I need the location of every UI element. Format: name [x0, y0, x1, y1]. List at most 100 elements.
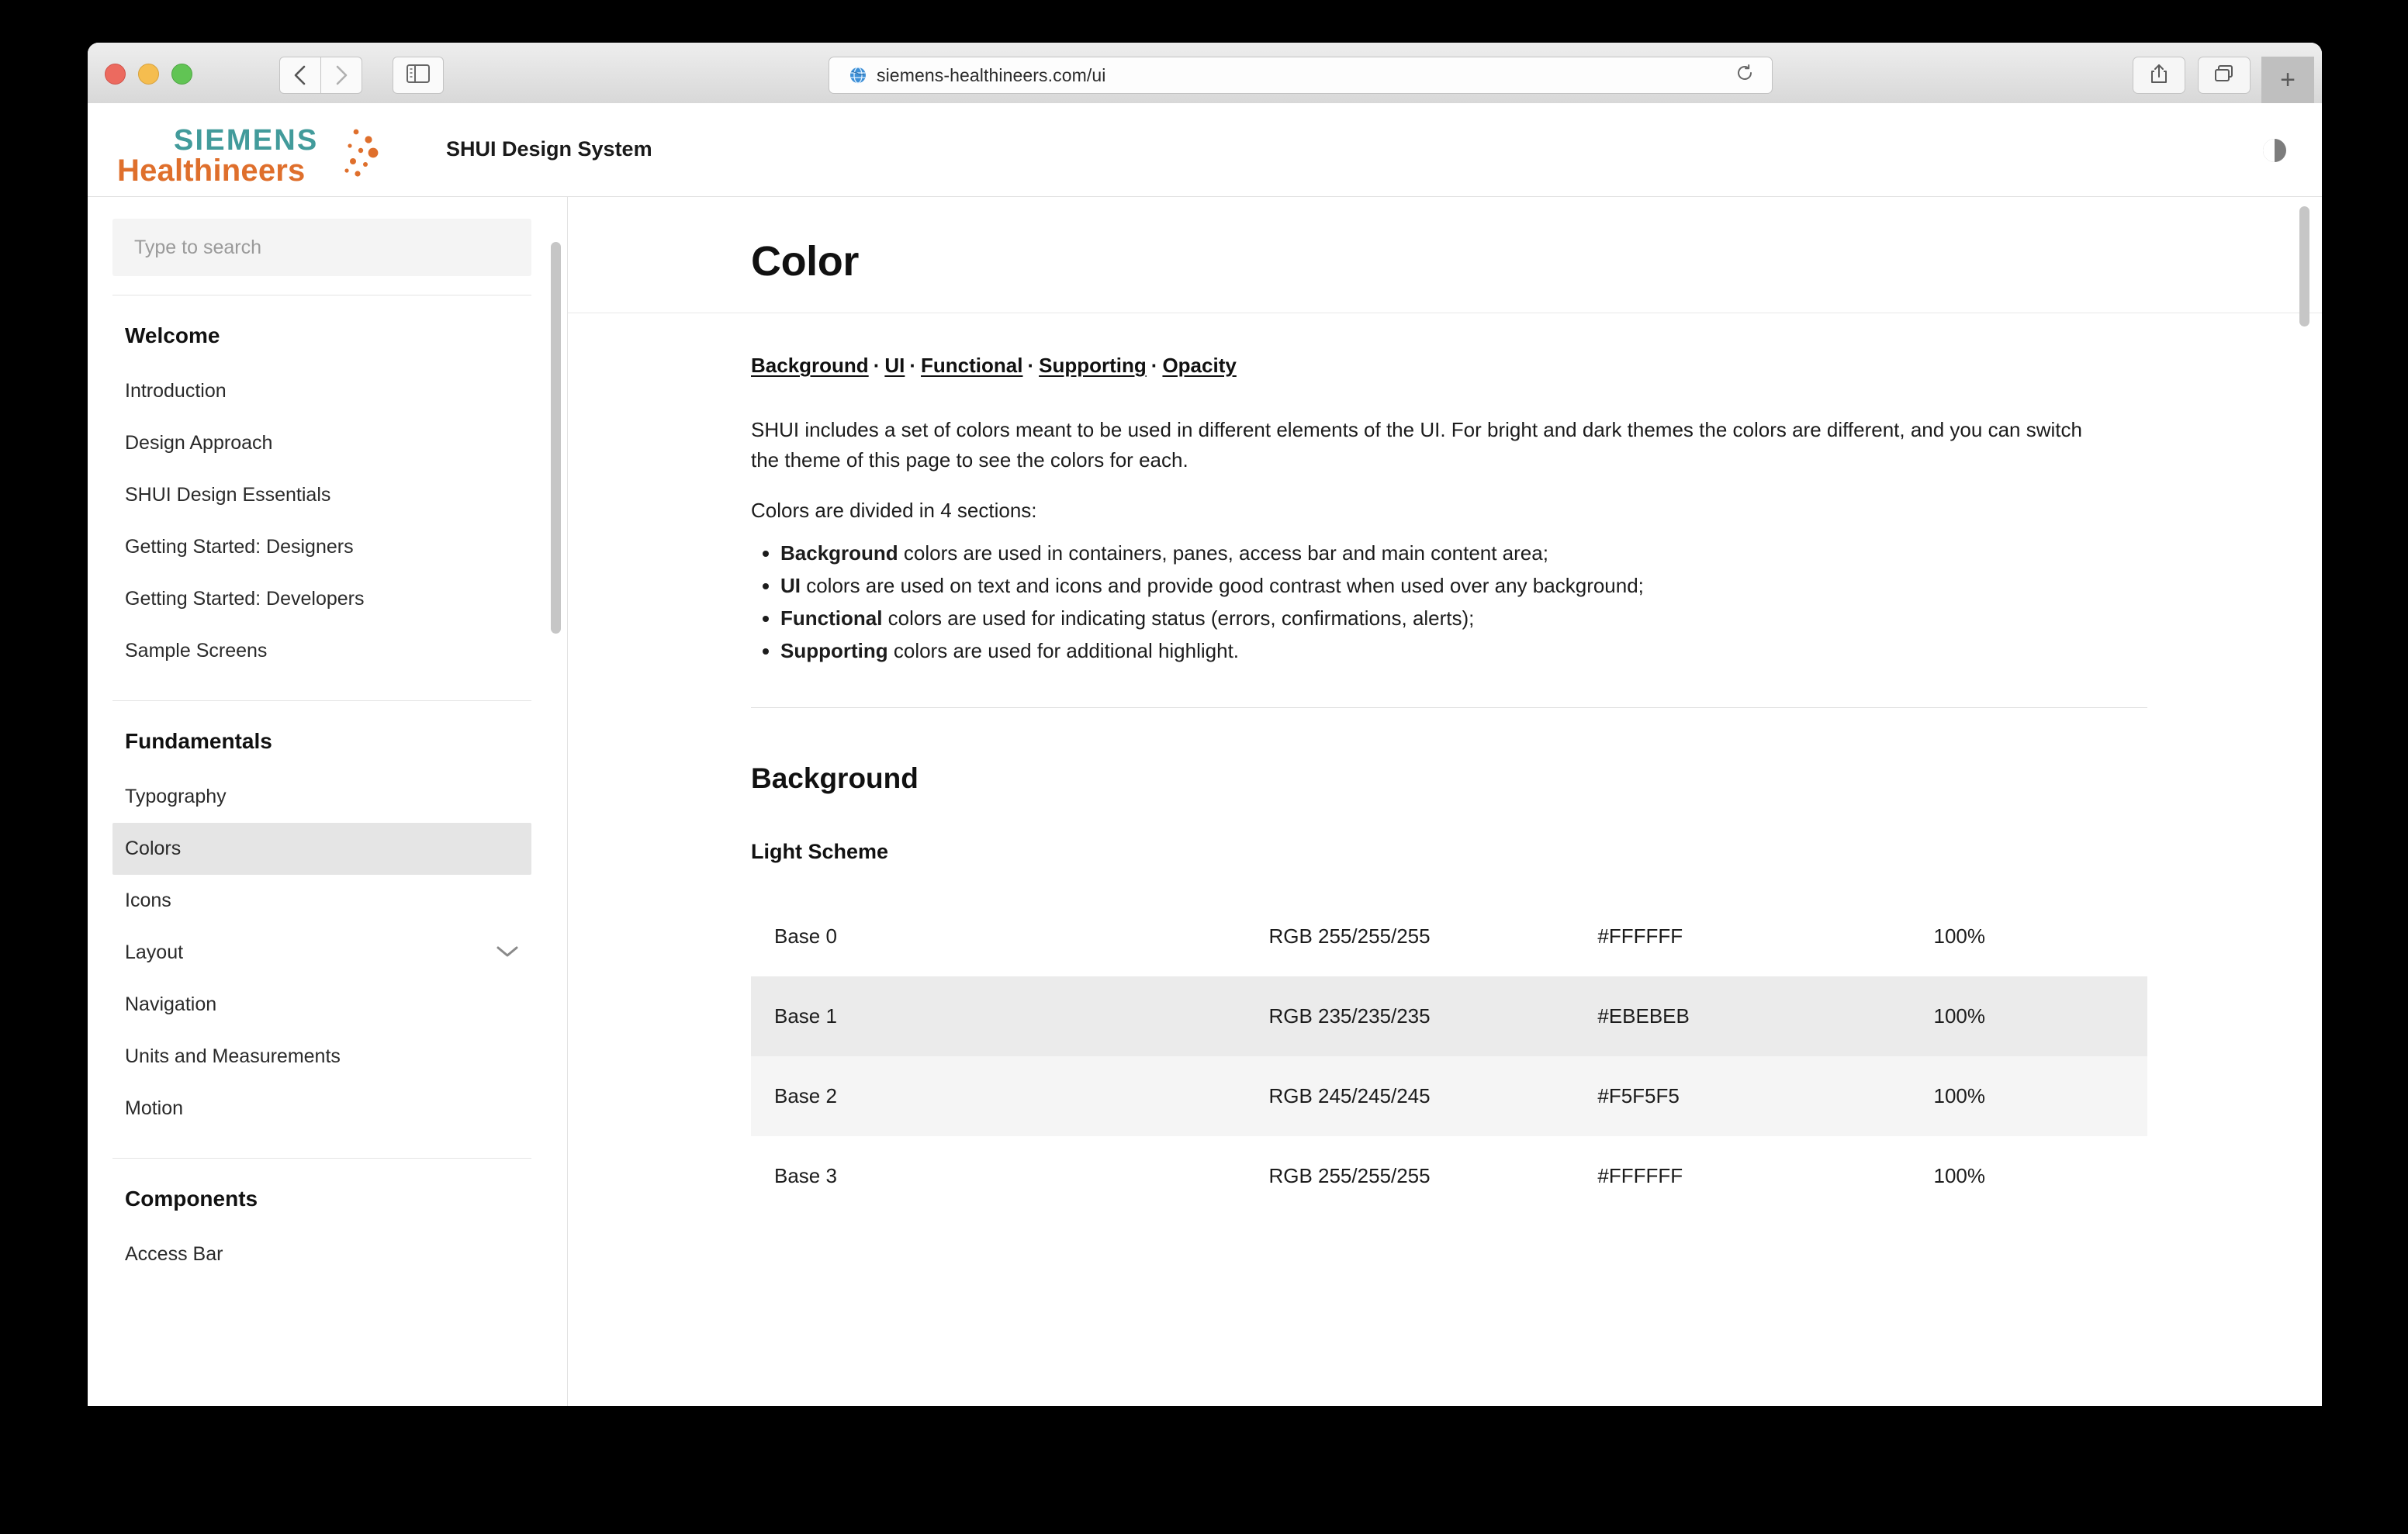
list-item-text: colors are used for indicating status (e… — [882, 606, 1475, 631]
sidebar-item-label: Motion — [125, 1097, 184, 1119]
sidebar-item-label: Introduction — [125, 380, 227, 402]
forward-button[interactable] — [321, 57, 362, 94]
page-title: Color — [751, 238, 859, 285]
sidebar-item-label: Access Bar — [125, 1243, 223, 1265]
anchor-separator: · — [1150, 354, 1158, 377]
sidebar-scrollbar[interactable] — [551, 242, 561, 634]
main-content: Color Background · UI · Functional · Supportin… — [568, 197, 2322, 1406]
sidebar-item-colors[interactable]: Colors — [112, 823, 531, 875]
sidebar-item-label: Getting Started: Designers — [125, 536, 354, 558]
sidebar-item-motion[interactable]: Motion — [112, 1083, 531, 1135]
maximize-window-button[interactable] — [171, 64, 192, 85]
sidebar-item-units-and-measurements[interactable]: Units and Measurements — [112, 1031, 531, 1083]
close-window-button[interactable] — [105, 64, 126, 85]
new-tab-button[interactable]: + — [2261, 57, 2314, 103]
color-opacity: 100% — [1933, 1164, 1986, 1188]
sidebar-item-label: Getting Started: Developers — [125, 588, 365, 610]
anchor-separator: · — [1027, 354, 1035, 377]
color-hex: #F5F5F5 — [1597, 1084, 1680, 1108]
sidebar-item-navigation[interactable]: Navigation — [112, 979, 531, 1031]
search-input[interactable]: Type to search — [112, 219, 531, 276]
window-controls — [105, 64, 192, 85]
color-opacity: 100% — [1933, 924, 1986, 948]
sidebar-item-label: Icons — [125, 890, 171, 911]
url-text: siemens-healthineers.com/ui — [877, 64, 1106, 85]
logo-healthineers-text: Healthineers — [117, 154, 306, 188]
sidebar-item-icons[interactable]: Icons — [112, 875, 531, 927]
subsection-title-light-scheme: Light Scheme — [751, 840, 889, 864]
anchor-links: Background · UI · Functional · Supporting · Opac… — [751, 313, 2322, 378]
anchor-link-background[interactable]: Background — [751, 354, 869, 377]
list-item-term: Background — [780, 541, 898, 565]
color-hex: #FFFFFF — [1597, 924, 1683, 948]
tab-overview-button[interactable] — [2198, 57, 2251, 94]
web-page: SIEMENS Healthineers SHUI Design System … — [88, 103, 2322, 1406]
sidebar-item-label: Layout — [125, 941, 184, 963]
sidebar-toggle-button[interactable] — [393, 57, 444, 94]
color-rgb: RGB 255/255/255 — [1268, 1164, 1431, 1188]
color-hex: #FFFFFF — [1597, 1164, 1683, 1188]
page-header: Color — [568, 197, 2322, 313]
back-chevron-icon — [293, 64, 307, 86]
anchor-link-ui[interactable]: UI — [884, 354, 905, 377]
browser-window: siemens-healthineers.com/ui + SIEMENS He… — [88, 43, 2322, 1406]
sidebar-item-label: Units and Measurements — [125, 1045, 341, 1067]
table-row: Base 3 RGB 255/255/255 #FFFFFF 100% — [751, 1136, 2147, 1217]
section-divider — [751, 707, 2147, 709]
siemens-healthineers-logo: SIEMENS Healthineers — [117, 124, 389, 188]
anchor-link-opacity[interactable]: Opacity — [1162, 354, 1236, 377]
list-item-text: colors are used on text and icons and pr… — [801, 574, 1644, 598]
reload-icon[interactable] — [1736, 64, 1755, 88]
color-hex: #EBEBEB — [1597, 1004, 1690, 1028]
sidebar-item-getting-started-designers[interactable]: Getting Started: Designers — [112, 521, 531, 573]
forward-chevron-icon — [334, 64, 348, 86]
sidebar-group-title-fundamentals: Fundamentals — [125, 729, 272, 753]
sidebar-item-label: Sample Screens — [125, 640, 268, 662]
browser-titlebar: siemens-healthineers.com/ui + — [88, 43, 2322, 104]
minimize-window-button[interactable] — [138, 64, 159, 85]
search-placeholder: Type to search — [134, 236, 261, 258]
list-item: Supporting colors are used for additiona… — [780, 634, 2322, 667]
anchor-link-supporting[interactable]: Supporting — [1039, 354, 1147, 377]
toolbar-right-buttons — [2133, 57, 2251, 94]
section-title-background: Background — [751, 762, 919, 795]
sections-paragraph: Colors are divided in 4 sections: — [751, 499, 1037, 522]
intro-paragraph: SHUI includes a set of colors meant to b… — [751, 418, 2082, 472]
sidebar-group-title-components: Components — [125, 1187, 258, 1211]
page-body: Type to search Welcome Introduction Desi… — [88, 197, 2322, 1406]
plus-icon: + — [2280, 65, 2296, 95]
share-button[interactable] — [2133, 57, 2185, 94]
list-item: UI colors are used on text and icons and… — [780, 569, 2322, 602]
sidebar-group-title-welcome: Welcome — [125, 323, 220, 347]
list-item: Functional colors are used for indicatin… — [780, 602, 2322, 634]
anchor-link-functional[interactable]: Functional — [921, 354, 1022, 377]
logo-siemens-text: SIEMENS — [174, 124, 319, 157]
app-header: SIEMENS Healthineers SHUI Design System — [88, 103, 2322, 197]
chevron-down-icon[interactable] — [496, 941, 519, 964]
sidebar-item-getting-started-developers[interactable]: Getting Started: Developers — [112, 573, 531, 625]
sidebar-item-access-bar[interactable]: Access Bar — [112, 1228, 531, 1280]
back-button[interactable] — [279, 57, 321, 94]
color-opacity: 100% — [1933, 1084, 1986, 1108]
anchor-separator: · — [873, 354, 881, 377]
sidebar-item-sample-screens[interactable]: Sample Screens — [112, 625, 531, 677]
sidebar-item-layout[interactable]: Layout — [112, 927, 531, 979]
contrast-toggle-icon[interactable] — [2260, 136, 2289, 165]
list-item-term: Functional — [780, 606, 883, 631]
sidebar-item-label: Colors — [125, 838, 182, 859]
address-bar[interactable]: siemens-healthineers.com/ui — [829, 57, 1773, 94]
sidebar-item-design-approach[interactable]: Design Approach — [112, 417, 531, 469]
content-area: Background · UI · Functional · Supporting · Opac… — [568, 313, 2322, 1217]
color-opacity: 100% — [1933, 1004, 1986, 1028]
list-item-text: colors are used in containers, panes, ac… — [898, 541, 1548, 565]
color-name: Base 1 — [774, 1004, 837, 1028]
sidebar-item-typography[interactable]: Typography — [112, 771, 531, 823]
table-row: Base 2 RGB 245/245/245 #F5F5F5 100% — [751, 1056, 2147, 1137]
sidebar-item-introduction[interactable]: Introduction — [112, 365, 531, 417]
sidebar-inner: Type to search Welcome Introduction Desi… — [88, 197, 567, 1280]
sidebar-item-shui-design-essentials[interactable]: SHUI Design Essentials — [112, 469, 531, 521]
navigation-buttons — [279, 57, 362, 94]
main-scrollbar[interactable] — [2299, 206, 2309, 326]
color-name: Base 3 — [774, 1164, 837, 1188]
sidebar-toggle-icon — [407, 64, 430, 87]
